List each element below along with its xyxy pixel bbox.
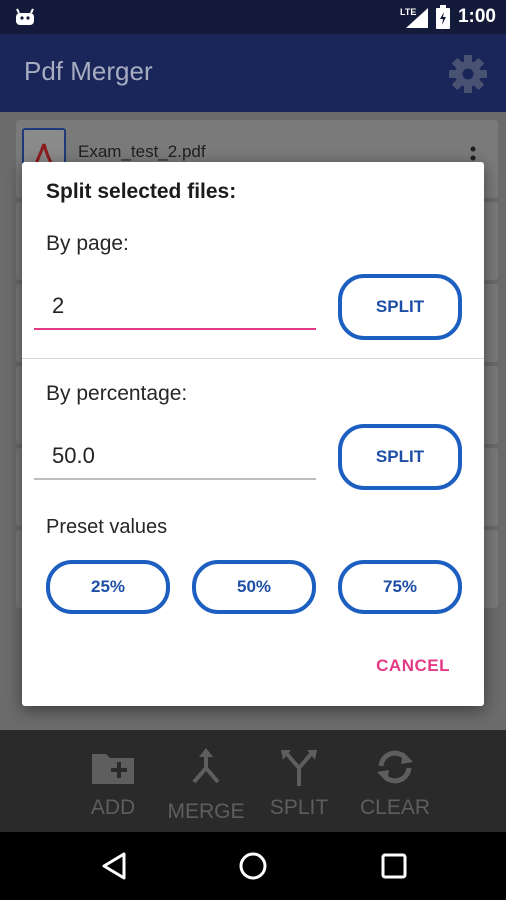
percentage-input-wrap bbox=[34, 434, 316, 480]
clock: 1:00 bbox=[457, 6, 496, 27]
split-button[interactable]: SPLIT bbox=[264, 740, 334, 826]
system-nav-bar bbox=[0, 832, 506, 900]
percentage-input-underline bbox=[34, 478, 316, 480]
add-button[interactable]: ADD bbox=[78, 740, 148, 826]
split-by-percentage-button[interactable]: SPLIT bbox=[338, 424, 462, 490]
split-by-page-button[interactable]: SPLIT bbox=[338, 274, 462, 340]
page-input-underline bbox=[34, 328, 316, 330]
file-name: Exam_test_2.pdf bbox=[78, 142, 206, 161]
split-icon bbox=[281, 750, 317, 786]
percentage-input[interactable] bbox=[34, 434, 316, 478]
recents-icon[interactable] bbox=[378, 850, 410, 882]
dialog-title: Split selected files: bbox=[46, 180, 237, 203]
preset-values-label: Preset values bbox=[46, 516, 168, 538]
home-icon[interactable] bbox=[237, 850, 269, 882]
refresh-clear-icon bbox=[377, 750, 413, 784]
bottom-toolbar: ADD MERGE SPLIT CLEAR bbox=[0, 730, 506, 832]
preset-50-button[interactable]: 50% bbox=[192, 560, 316, 614]
merge-button[interactable]: MERGE bbox=[164, 740, 248, 826]
merge-icon bbox=[192, 748, 220, 784]
status-bar: LTE 1:00 bbox=[0, 0, 506, 34]
merge-label: MERGE bbox=[167, 800, 245, 823]
preset-75-button[interactable]: 75% bbox=[338, 560, 462, 614]
page-input[interactable] bbox=[34, 284, 316, 328]
clear-button[interactable]: CLEAR bbox=[356, 740, 434, 826]
settings-gear-icon[interactable] bbox=[448, 54, 488, 94]
android-icon bbox=[16, 8, 34, 25]
app-bar: Pdf Merger bbox=[0, 34, 506, 112]
app-title: Pdf Merger bbox=[24, 56, 153, 86]
by-page-label: By page: bbox=[46, 232, 129, 255]
add-folder-icon bbox=[92, 754, 134, 784]
split-dialog: Split selected files: By page: SPLIT By … bbox=[22, 162, 484, 706]
clear-label: CLEAR bbox=[359, 796, 431, 819]
page-input-wrap bbox=[34, 284, 316, 330]
battery-icon bbox=[435, 5, 450, 29]
cancel-button[interactable]: CANCEL bbox=[376, 656, 450, 676]
split-label: SPLIT bbox=[269, 796, 329, 819]
add-label: ADD bbox=[90, 796, 136, 819]
section-divider bbox=[22, 358, 484, 359]
back-icon[interactable] bbox=[98, 850, 130, 882]
lte-signal-icon: LTE bbox=[400, 7, 428, 28]
by-percentage-label: By percentage: bbox=[46, 382, 188, 405]
svg-text:LTE: LTE bbox=[400, 7, 416, 17]
preset-25-button[interactable]: 25% bbox=[46, 560, 170, 614]
